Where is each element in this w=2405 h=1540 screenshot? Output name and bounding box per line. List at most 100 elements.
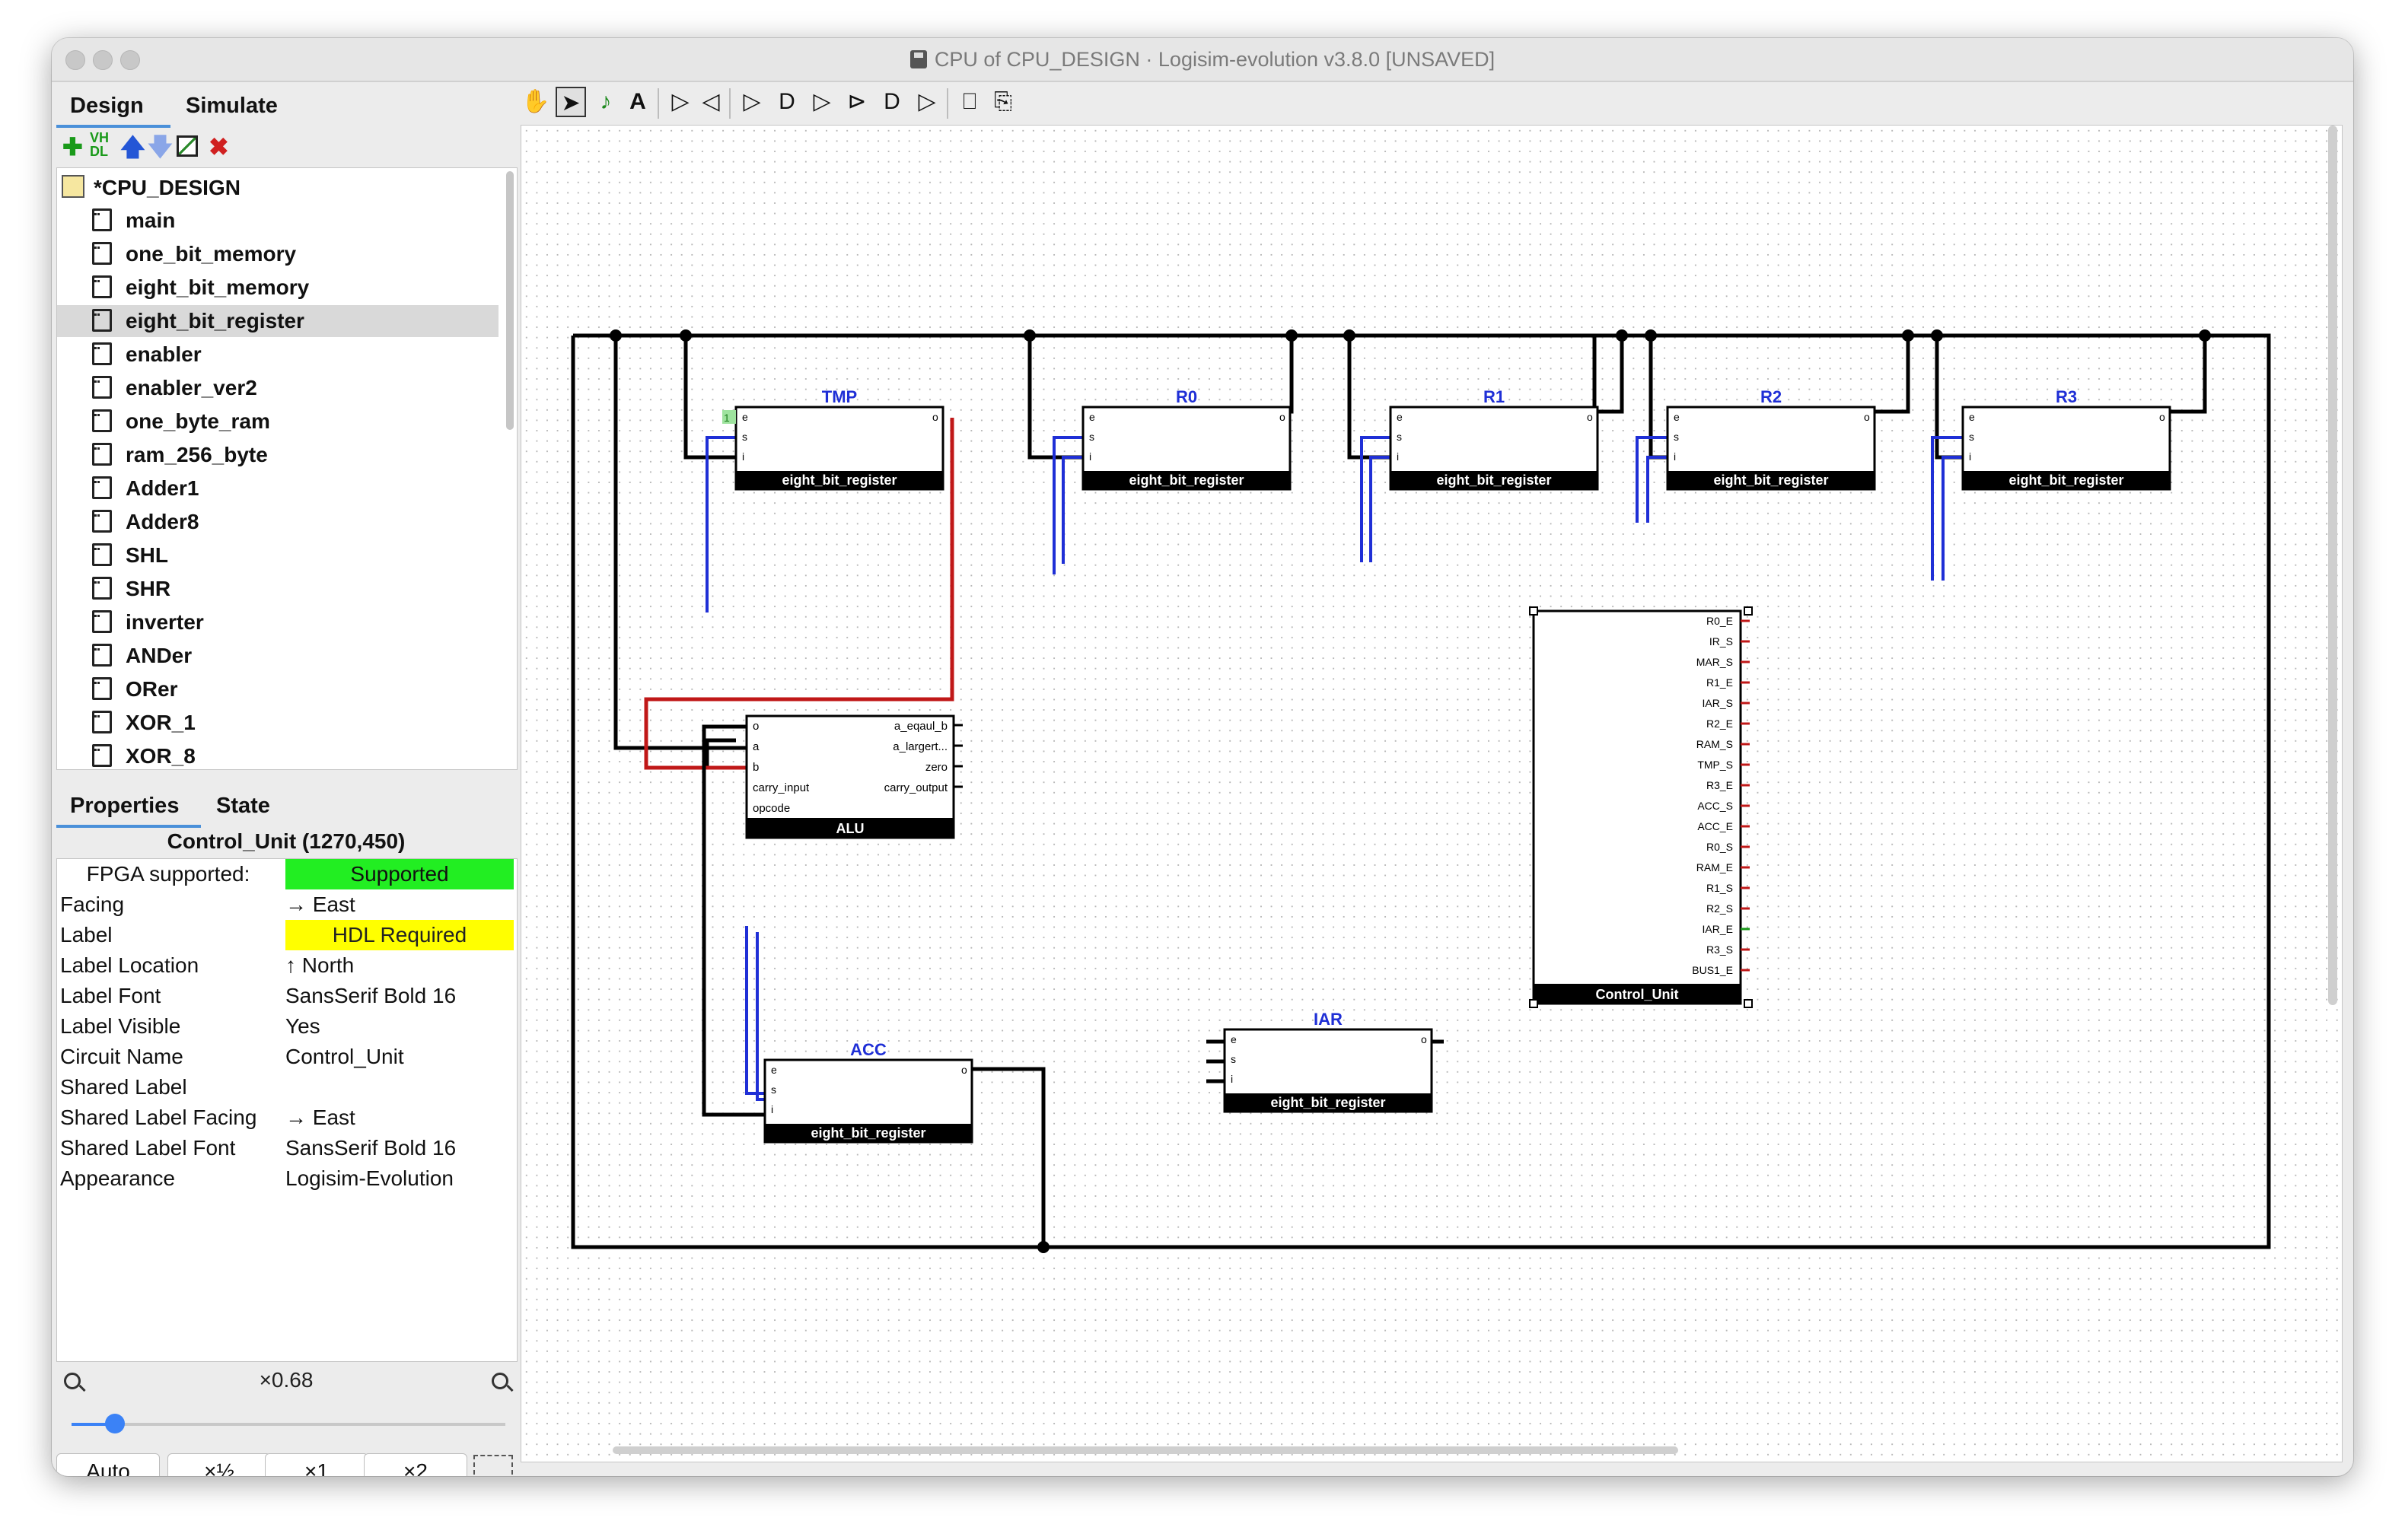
property-row[interactable]: Label Visible Yes [57, 1011, 517, 1042]
pin-label-o: o [932, 411, 938, 423]
tree-item-one_byte_ram[interactable]: one_byte_ram [57, 406, 499, 438]
move-up-icon[interactable]: 🡅 [120, 131, 145, 163]
xor-gate-icon[interactable]: ⊳ [842, 87, 872, 117]
tree-item-XOR_1[interactable]: XOR_1 [57, 707, 499, 739]
property-value[interactable]: → East [285, 889, 514, 920]
property-row[interactable]: FPGA supported: Supported [57, 859, 517, 889]
tree-root[interactable]: *CPU_DESIGN [62, 173, 240, 203]
vhdl-icon[interactable]: VH DL [90, 131, 109, 158]
wire [1942, 456, 1963, 581]
input-pin-icon[interactable]: ▷ [665, 87, 696, 117]
register-tmp: TMP eight_bit_register esi o [734, 387, 944, 491]
wire [1646, 456, 1668, 523]
subcircuit-icon[interactable]: ⎕ [954, 87, 985, 117]
delete-circuit-icon[interactable]: ✖ [209, 131, 229, 163]
property-value[interactable]: Logisim-Evolution [285, 1163, 514, 1194]
tree-item-ORer[interactable]: ORer [57, 673, 499, 705]
property-value[interactable]: SansSerif Bold 16 [285, 1133, 514, 1163]
or-gate-icon[interactable]: ▷ [807, 87, 837, 117]
tree-item-one_bit_memory[interactable]: one_bit_memory [57, 238, 499, 270]
property-key: Shared Label Font [60, 1136, 236, 1160]
property-row[interactable]: Label HDL Required [57, 920, 517, 950]
register-type-label: eight_bit_register [1713, 473, 1828, 488]
canvas-horizontal-scrollbar[interactable] [613, 1446, 1678, 1454]
tree-scrollbar[interactable] [506, 171, 514, 430]
control-output-label: TMP_S [1697, 759, 1733, 771]
zoom-slider-knob[interactable] [105, 1414, 125, 1433]
fullscreen-icon[interactable] [473, 1455, 513, 1476]
tab-simulate[interactable]: Simulate [186, 84, 278, 126]
not-gate-icon[interactable]: ▷ [737, 87, 767, 117]
property-value[interactable]: Yes [285, 1011, 514, 1042]
tab-state[interactable]: State [216, 784, 270, 826]
tree-root-label: *CPU_DESIGN [94, 176, 240, 199]
tree-item-enabler[interactable]: enabler [57, 339, 499, 371]
wire [972, 1067, 1046, 1247]
tree-item-ram_256_byte[interactable]: ram_256_byte [57, 439, 499, 471]
property-row[interactable]: Appearance Logisim-Evolution [57, 1163, 517, 1194]
register-label: R1 [1483, 387, 1505, 406]
property-row[interactable]: Shared Label Facing → East [57, 1102, 517, 1133]
appearance-icon[interactable]: ⎘ [988, 87, 1018, 117]
canvas-vertical-scrollbar[interactable] [2328, 126, 2337, 1005]
control-output-label: BUS1_E [1692, 964, 1733, 976]
move-down-icon[interactable]: 🡇 [148, 131, 173, 163]
zoom-in-icon[interactable] [492, 1373, 508, 1389]
property-row[interactable]: Facing → East [57, 889, 517, 920]
explorer-tabs: Design Simulate [56, 84, 516, 128]
tree-item-label: XOR_1 [126, 711, 196, 734]
tree-item-inverter[interactable]: inverter [57, 606, 499, 638]
wire [1289, 336, 1294, 414]
zoom-slider-track[interactable] [72, 1423, 505, 1426]
tree-item-Adder8[interactable]: Adder8 [57, 506, 499, 538]
tree-item-SHL[interactable]: SHL [57, 539, 499, 571]
property-value[interactable]: → East [285, 1102, 514, 1133]
property-value[interactable]: SansSerif Bold 16 [285, 981, 514, 1011]
circuit-diagram: TMPeight_bit_registeresio R0eight_bit_reg… [571, 329, 2271, 1253]
tree-item-SHR[interactable]: SHR [57, 573, 499, 605]
tree-item-label: XOR_8 [126, 744, 196, 768]
add-circuit-icon[interactable]: ✚ [62, 131, 83, 163]
output-pin-icon[interactable]: ◁ [696, 87, 726, 117]
property-value[interactable]: HDL Required [285, 920, 514, 950]
property-row[interactable]: Shared Label [57, 1072, 517, 1102]
chip-icon [92, 610, 112, 633]
property-row[interactable]: Circuit Name Control_Unit [57, 1042, 517, 1072]
pin-label-e: e [771, 1064, 777, 1076]
property-key: Label Font [60, 984, 161, 1007]
circuit-canvas[interactable]: TMP eight_bit_register e s i o R0 eight_bit_reg… [521, 125, 2343, 1462]
zoom-auto-button[interactable]: Auto [56, 1453, 160, 1476]
zoom-half-button[interactable]: ×½ [167, 1453, 271, 1476]
zoom-2x-button[interactable]: ×2 [364, 1453, 467, 1476]
property-value[interactable]: Control_Unit [285, 1042, 514, 1072]
property-row[interactable]: Label Location ↑ North [57, 950, 517, 981]
property-row[interactable]: Label Font SansSerif Bold 16 [57, 981, 517, 1011]
tree-item-ANDer[interactable]: ANDer [57, 640, 499, 672]
nand-gate-icon[interactable]: D [877, 87, 907, 117]
tree-item-enabler_ver2[interactable]: enabler_ver2 [57, 372, 499, 404]
tree-item-eight_bit_register[interactable]: eight_bit_register [57, 305, 499, 337]
property-row[interactable]: Shared Label Font SansSerif Bold 16 [57, 1133, 517, 1163]
edit-appearance-icon[interactable] [177, 135, 198, 157]
tree-item-eight_bit_memory[interactable]: eight_bit_memory [57, 272, 499, 304]
text-tool-icon[interactable]: A [623, 87, 653, 117]
property-value[interactable]: ↑ North [285, 950, 514, 981]
wire-tool-icon[interactable]: ♪ [591, 87, 621, 117]
hand-tool-icon[interactable]: ✋ [521, 87, 551, 117]
tree-item-main[interactable]: main [57, 205, 499, 237]
property-value[interactable]: Supported [285, 859, 514, 889]
nor-gate-icon[interactable]: ▷ [912, 87, 942, 117]
tab-design[interactable]: Design [70, 84, 144, 126]
zoom-1x-button[interactable]: ×1 [265, 1453, 368, 1476]
chip-icon [92, 744, 112, 767]
tab-properties[interactable]: Properties [70, 784, 179, 826]
pin-label-e: e [1674, 411, 1680, 423]
and-gate-icon[interactable]: D [772, 87, 802, 117]
tree-item-Adder1[interactable]: Adder1 [57, 473, 499, 504]
register-r0: R0 eight_bit_register esi o [1081, 387, 1292, 491]
tree-item-label: ANDer [126, 644, 193, 667]
tmp-constant: 1 [724, 412, 730, 424]
alu-output-label: a_largert... [893, 740, 948, 753]
select-tool-icon[interactable]: ➤ [556, 87, 586, 117]
tree-item-XOR_8[interactable]: XOR_8 [57, 740, 499, 769]
